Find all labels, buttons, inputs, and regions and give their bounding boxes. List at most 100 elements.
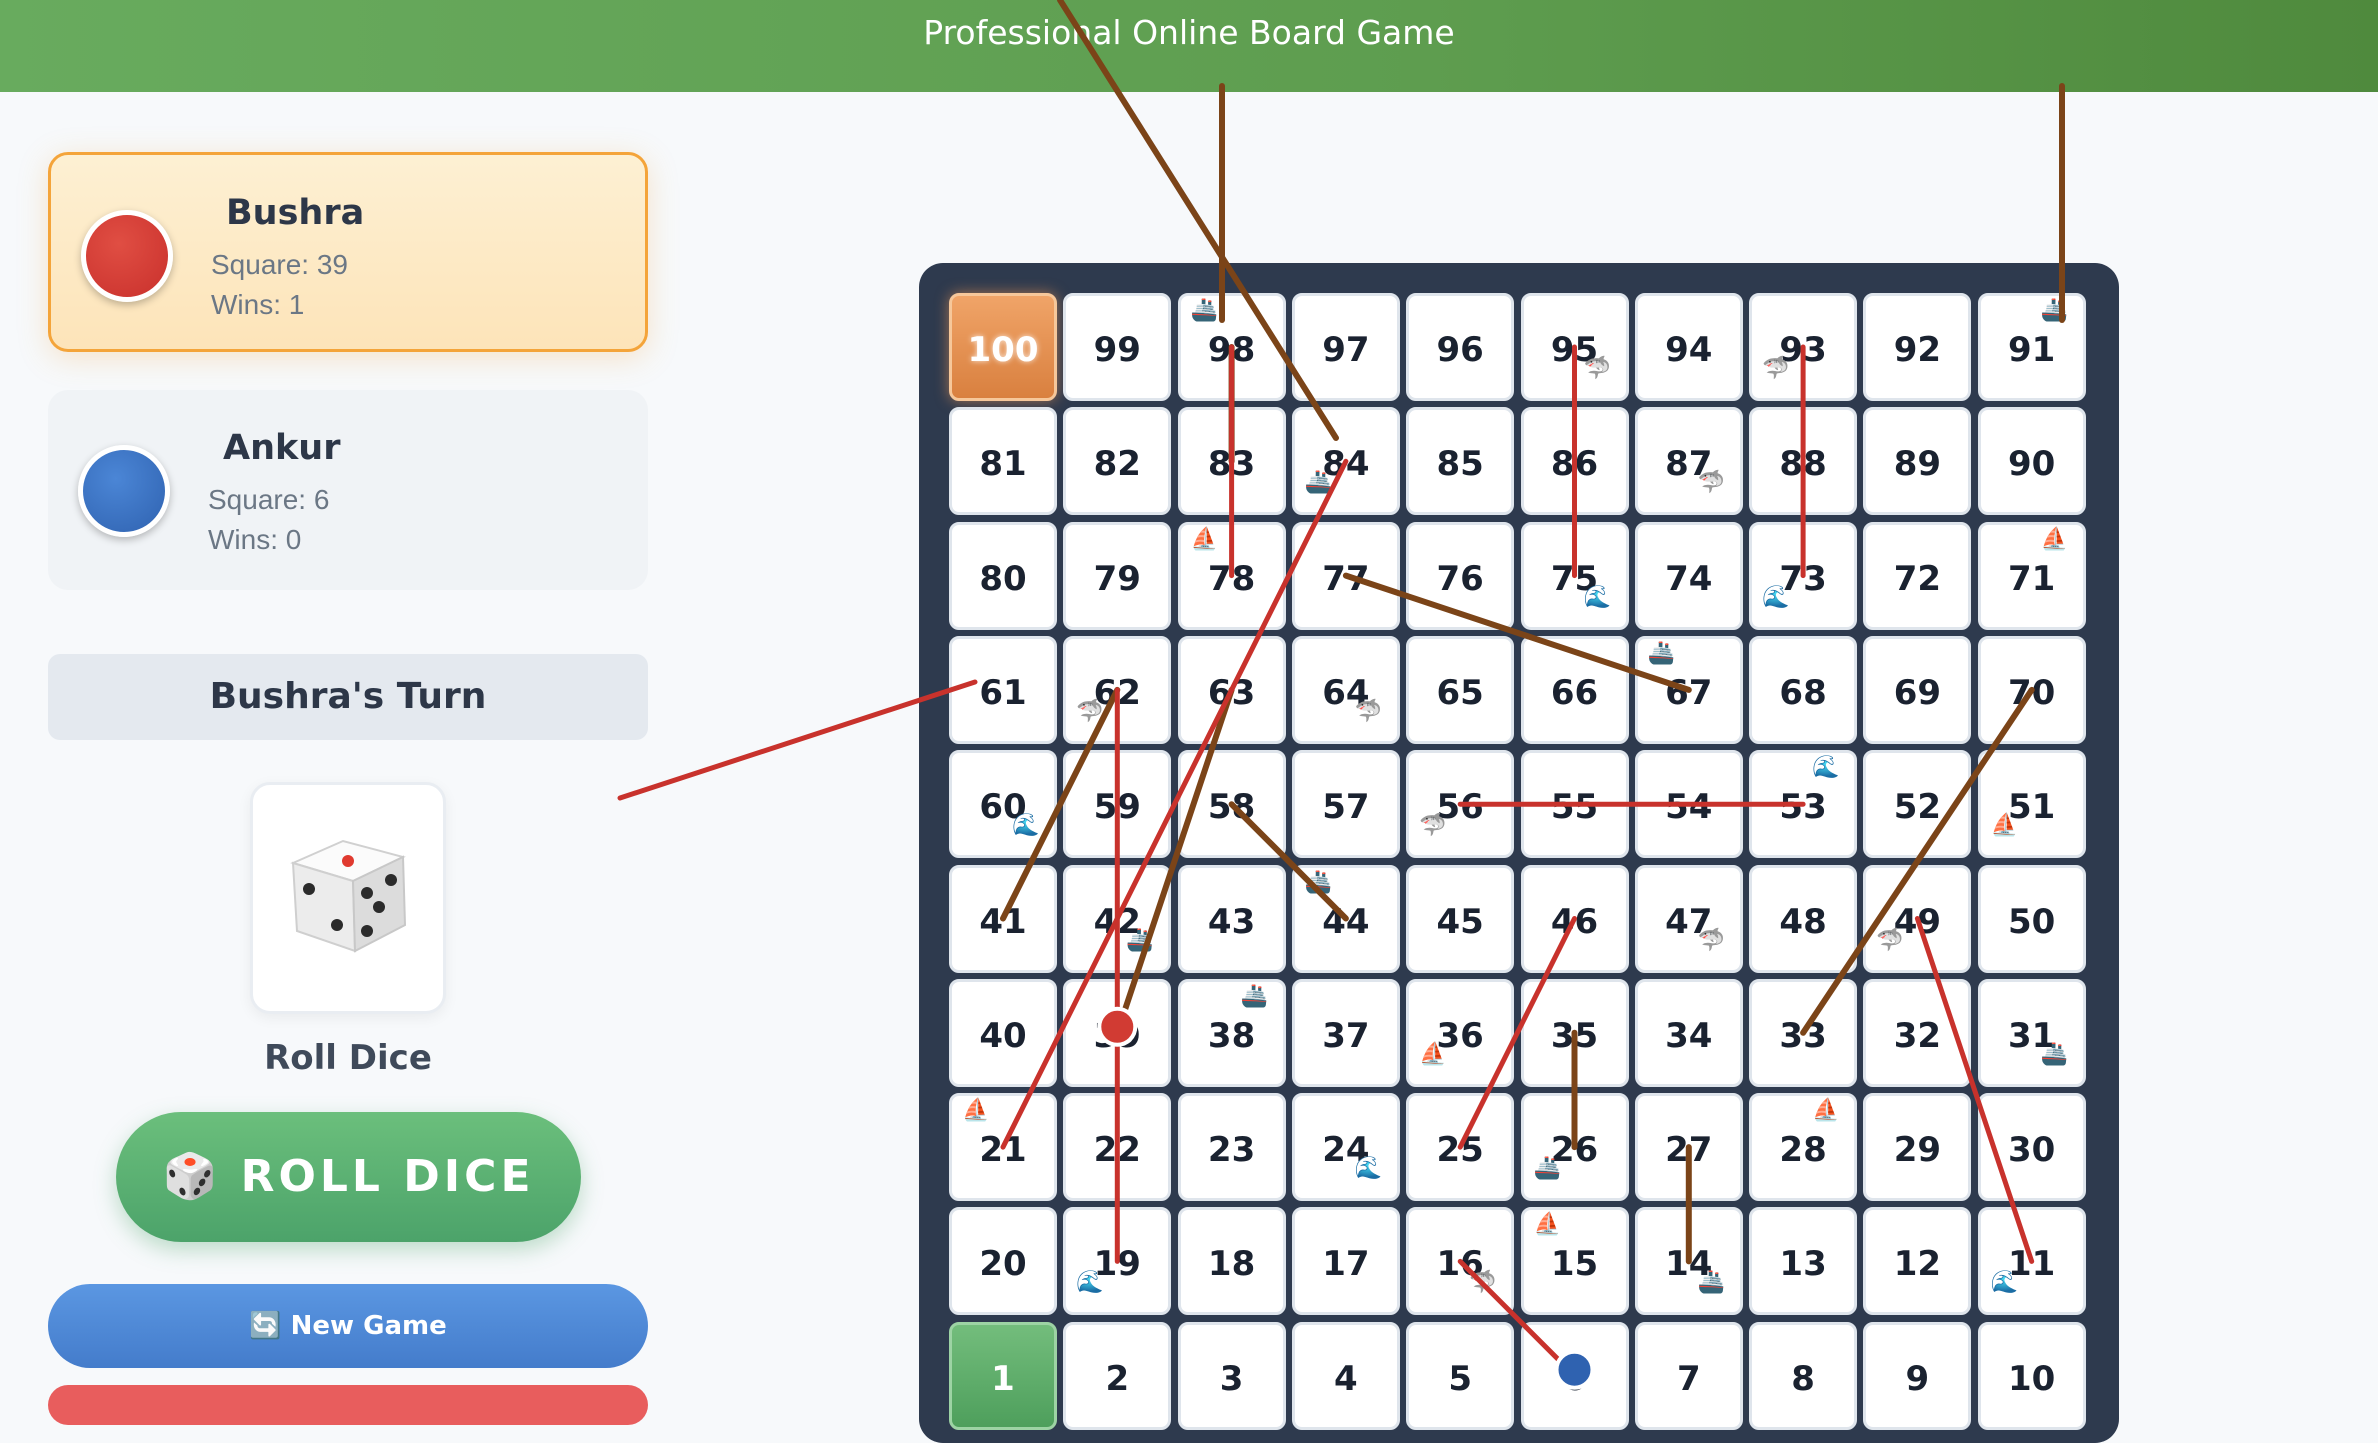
board-cell-39: 39 (1063, 978, 1172, 1087)
board-cell-100: 100 (949, 293, 1057, 401)
board-cell-32: 32 (1863, 978, 1972, 1087)
board-cell-47: 47 🦈 (1634, 864, 1743, 973)
board-cell-74: 74 (1634, 521, 1743, 630)
board-cell-13: 13 (1749, 1207, 1858, 1316)
board-cell-56: 56 🦈 (1406, 750, 1515, 859)
cell-decoration-icon: 🚢 (1647, 640, 1676, 666)
board-cell-87: 87 🦈 (1634, 407, 1743, 516)
reset-button[interactable] (48, 1385, 648, 1425)
board-cell-60: 60 🌊 (949, 750, 1057, 859)
board-cell-34: 34 (1634, 978, 1743, 1087)
cell-decoration-icon: 🌊 (1762, 584, 1790, 610)
cell-decoration-icon: ⛵ (1990, 813, 2019, 839)
cell-decoration-icon: ⛵ (1190, 526, 1218, 552)
board-cell-75: 75 🌊 (1520, 521, 1629, 630)
player-token-icon (78, 445, 170, 537)
board-cell-48: 48 (1749, 864, 1858, 973)
player-square: Square: 39 (211, 249, 348, 280)
board-cell-30: 30 (1977, 1093, 2086, 1202)
board-cell-17: 17 (1291, 1207, 1400, 1316)
board-cell-61: 61 (949, 635, 1057, 744)
board-cell-49: 49 🦈 (1863, 864, 1972, 973)
cell-decoration-icon: 🚢 (1304, 869, 1333, 895)
board-cell-82: 82 (1063, 407, 1172, 516)
board-cell-71: 71 ⛵ (1977, 521, 2086, 630)
cell-decoration-icon: ⛵ (1533, 1212, 1561, 1238)
cell-decoration-icon: 🚢 (2040, 1041, 2069, 1067)
board-cell-6: 6 (1520, 1321, 1629, 1430)
cell-decoration-icon: 🚢 (1697, 1270, 1726, 1296)
page-title: Professional Online Board Game (923, 13, 1455, 52)
board-cell-92: 92 (1863, 293, 1972, 401)
board-cell-38: 38 🚢 (1177, 978, 1286, 1087)
player-name: Bushra (226, 193, 365, 233)
board-cell-42: 42 🚢 (1063, 864, 1172, 973)
cell-decoration-icon: 🚢 (1126, 927, 1154, 953)
cell-decoration-icon: 🦈 (1354, 698, 1383, 724)
board-cell-62: 62 🦈 (1063, 635, 1172, 744)
player-square: Square: 6 (208, 484, 330, 515)
board-cell-14: 14 🚢 (1634, 1207, 1743, 1316)
board-cell-96: 96 (1406, 293, 1515, 401)
cell-decoration-icon: 🌊 (1583, 584, 1611, 610)
player-name: Ankur (223, 428, 341, 468)
cell-decoration-icon: 🚢 (2040, 298, 2069, 323)
board-cell-57: 57 (1291, 750, 1400, 859)
board-cell-16: 16 🦈 (1406, 1207, 1515, 1316)
board-cell-25: 25 (1406, 1093, 1515, 1202)
board-cell-99: 99 (1063, 293, 1172, 401)
cell-decoration-icon: 🦈 (1076, 698, 1104, 724)
new-game-button[interactable]: 🔄 New Game (48, 1284, 648, 1368)
board-cell-76: 76 (1406, 521, 1515, 630)
cell-decoration-icon: ⛵ (2040, 526, 2069, 552)
board-cell-28: 28 ⛵ (1749, 1093, 1858, 1202)
cell-decoration-icon: 🦈 (1419, 813, 1447, 839)
cell-decoration-icon: 🦈 (1876, 927, 1904, 953)
board-cell-93: 93 🦈 (1749, 293, 1858, 401)
board-cell-69: 69 (1863, 635, 1972, 744)
cell-decoration-icon: 🦈 (1583, 356, 1611, 381)
cell-decoration-icon: ⛵ (962, 1098, 990, 1124)
player-card-bushra: Bushra Square: 39 Wins: 1 (48, 152, 648, 352)
player-card-ankur: Ankur Square: 6 Wins: 0 (48, 390, 648, 590)
board-cell-15: 15 ⛵ (1520, 1207, 1629, 1316)
board-cell-73: 73 🌊 (1749, 521, 1858, 630)
board-cell-79: 79 (1063, 521, 1172, 630)
board-cell-70: 70 (1977, 635, 2086, 744)
board-cell-50: 50 (1977, 864, 2086, 973)
board-cell-94: 94 (1634, 293, 1743, 401)
cell-decoration-icon: 🌊 (1354, 1156, 1383, 1182)
board-cell-77: 77 (1291, 521, 1400, 630)
board-cell-54: 54 (1634, 750, 1743, 859)
board-cell-67: 67 🚢 (1634, 635, 1743, 744)
game-board: 100 99 98 🚢 97 96 95 🦈 94 93 🦈 92 91 🚢 81 82 83 84 🚢 85 86 87… (919, 263, 2119, 1443)
board-cell-21: 21 ⛵ (949, 1093, 1057, 1202)
board-cell-10: 10 (1977, 1321, 2086, 1430)
cell-decoration-icon: 🚢 (1304, 470, 1333, 496)
board-cell-36: 36 ⛵ (1406, 978, 1515, 1087)
board-cell-26: 26 🚢 (1520, 1093, 1629, 1202)
board-cell-88: 88 (1749, 407, 1858, 516)
board-cell-31: 31 🚢 (1977, 978, 2086, 1087)
board-cell-78: 78 ⛵ (1177, 521, 1286, 630)
board-cell-37: 37 (1291, 978, 1400, 1087)
board-cell-19: 19 🌊 (1063, 1207, 1172, 1316)
board-cell-27: 27 (1634, 1093, 1743, 1202)
roll-dice-button[interactable]: 🎲 ROLL DICE (116, 1112, 581, 1242)
board-cell-22: 22 (1063, 1093, 1172, 1202)
cell-decoration-icon: 🦈 (1697, 470, 1726, 496)
board-cell-29: 29 (1863, 1093, 1972, 1202)
board-cell-45: 45 (1406, 864, 1515, 973)
dice-display[interactable] (250, 782, 446, 1014)
board-cell-98: 98 🚢 (1177, 293, 1286, 401)
board-cell-90: 90 (1977, 407, 2086, 516)
board-cell-43: 43 (1177, 864, 1286, 973)
cell-decoration-icon: 🚢 (1240, 983, 1268, 1009)
turn-label: Bushra's Turn (209, 676, 487, 717)
board-cell-84: 84 🚢 (1291, 407, 1400, 516)
board-cell-80: 80 (949, 521, 1057, 630)
cell-decoration-icon: 🌊 (1990, 1270, 2019, 1296)
board-cell-46: 46 (1520, 864, 1629, 973)
player-wins: Wins: 0 (208, 524, 302, 555)
board-cell-12: 12 (1863, 1207, 1972, 1316)
